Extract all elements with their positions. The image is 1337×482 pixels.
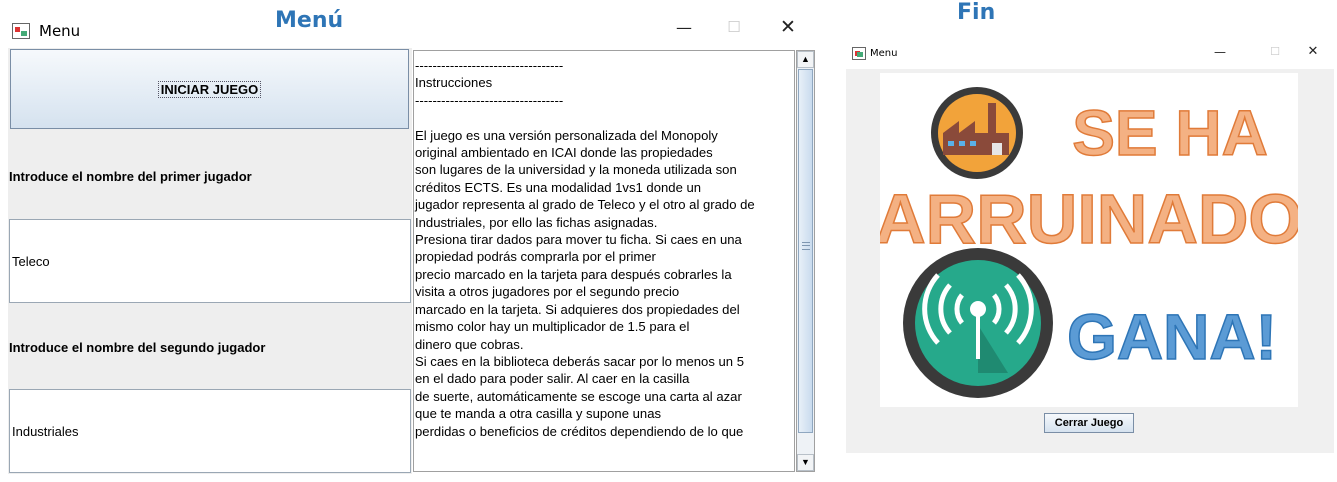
close-icon[interactable]: ✕ — [1304, 44, 1322, 59]
minimize-icon[interactable]: — — [1211, 45, 1229, 59]
end-window-title: Menu — [870, 48, 898, 59]
scroll-up-arrow-icon[interactable]: ▲ — [797, 51, 814, 68]
scroll-down-arrow-icon[interactable]: ▼ — [797, 454, 814, 471]
maximize-icon[interactable]: ☐ — [1266, 45, 1284, 58]
start-game-button[interactable]: INICIAR JUEGO — [10, 49, 409, 129]
close-icon[interactable]: ✕ — [776, 16, 800, 38]
result-image: SE HA ARRUINADO GANA! — [874, 73, 1304, 407]
start-game-button-label: INICIAR JUEGO — [157, 80, 262, 98]
scrollbar-thumb[interactable] — [798, 69, 813, 433]
loser-text-line1: SE HA — [1072, 97, 1268, 169]
result-graphic: SE HA ARRUINADO GANA! — [874, 87, 1304, 398]
end-window: Menu — ☐ ✕ SE HA ARRUINADO GANA! Cerrar … — [846, 41, 1334, 453]
winner-text: GANA! — [1067, 301, 1277, 373]
close-game-button-label: Cerrar Juego — [1054, 417, 1124, 429]
scrollbar-grip-icon — [802, 242, 810, 250]
close-game-button[interactable]: Cerrar Juego — [1044, 413, 1134, 433]
menu-left-panel: INICIAR JUEGO Introduce el nombre del pr… — [8, 48, 412, 474]
factory-icon — [931, 87, 1023, 179]
end-caption: Fin — [957, 0, 996, 25]
menu-caption: Menú — [275, 8, 344, 33]
player1-label: Introduce el nombre del primer jugador — [9, 169, 252, 184]
java-app-icon — [852, 47, 866, 60]
player1-name-field[interactable]: Teleco — [9, 219, 411, 303]
instructions-scrollbar[interactable]: ▲ ▼ — [796, 50, 815, 472]
player2-name-field[interactable]: Industriales — [9, 389, 411, 473]
antenna-icon — [903, 248, 1053, 398]
player1-name-value: Teleco — [12, 253, 50, 269]
menu-window-title: Menu — [39, 22, 81, 40]
maximize-icon[interactable]: ☐ — [722, 18, 746, 36]
menu-window-titlebar: Menu — [12, 22, 80, 40]
minimize-icon[interactable]: — — [672, 18, 696, 37]
java-app-icon — [12, 23, 30, 39]
loser-text-line2: ARRUINADO — [880, 180, 1298, 258]
instructions-textarea[interactable]: ---------------------------------- Instr… — [413, 50, 795, 472]
end-window-titlebar: Menu — ☐ ✕ — [846, 41, 1334, 69]
player2-label: Introduce el nombre del segundo jugador — [9, 340, 266, 355]
player2-name-value: Industriales — [12, 423, 79, 439]
